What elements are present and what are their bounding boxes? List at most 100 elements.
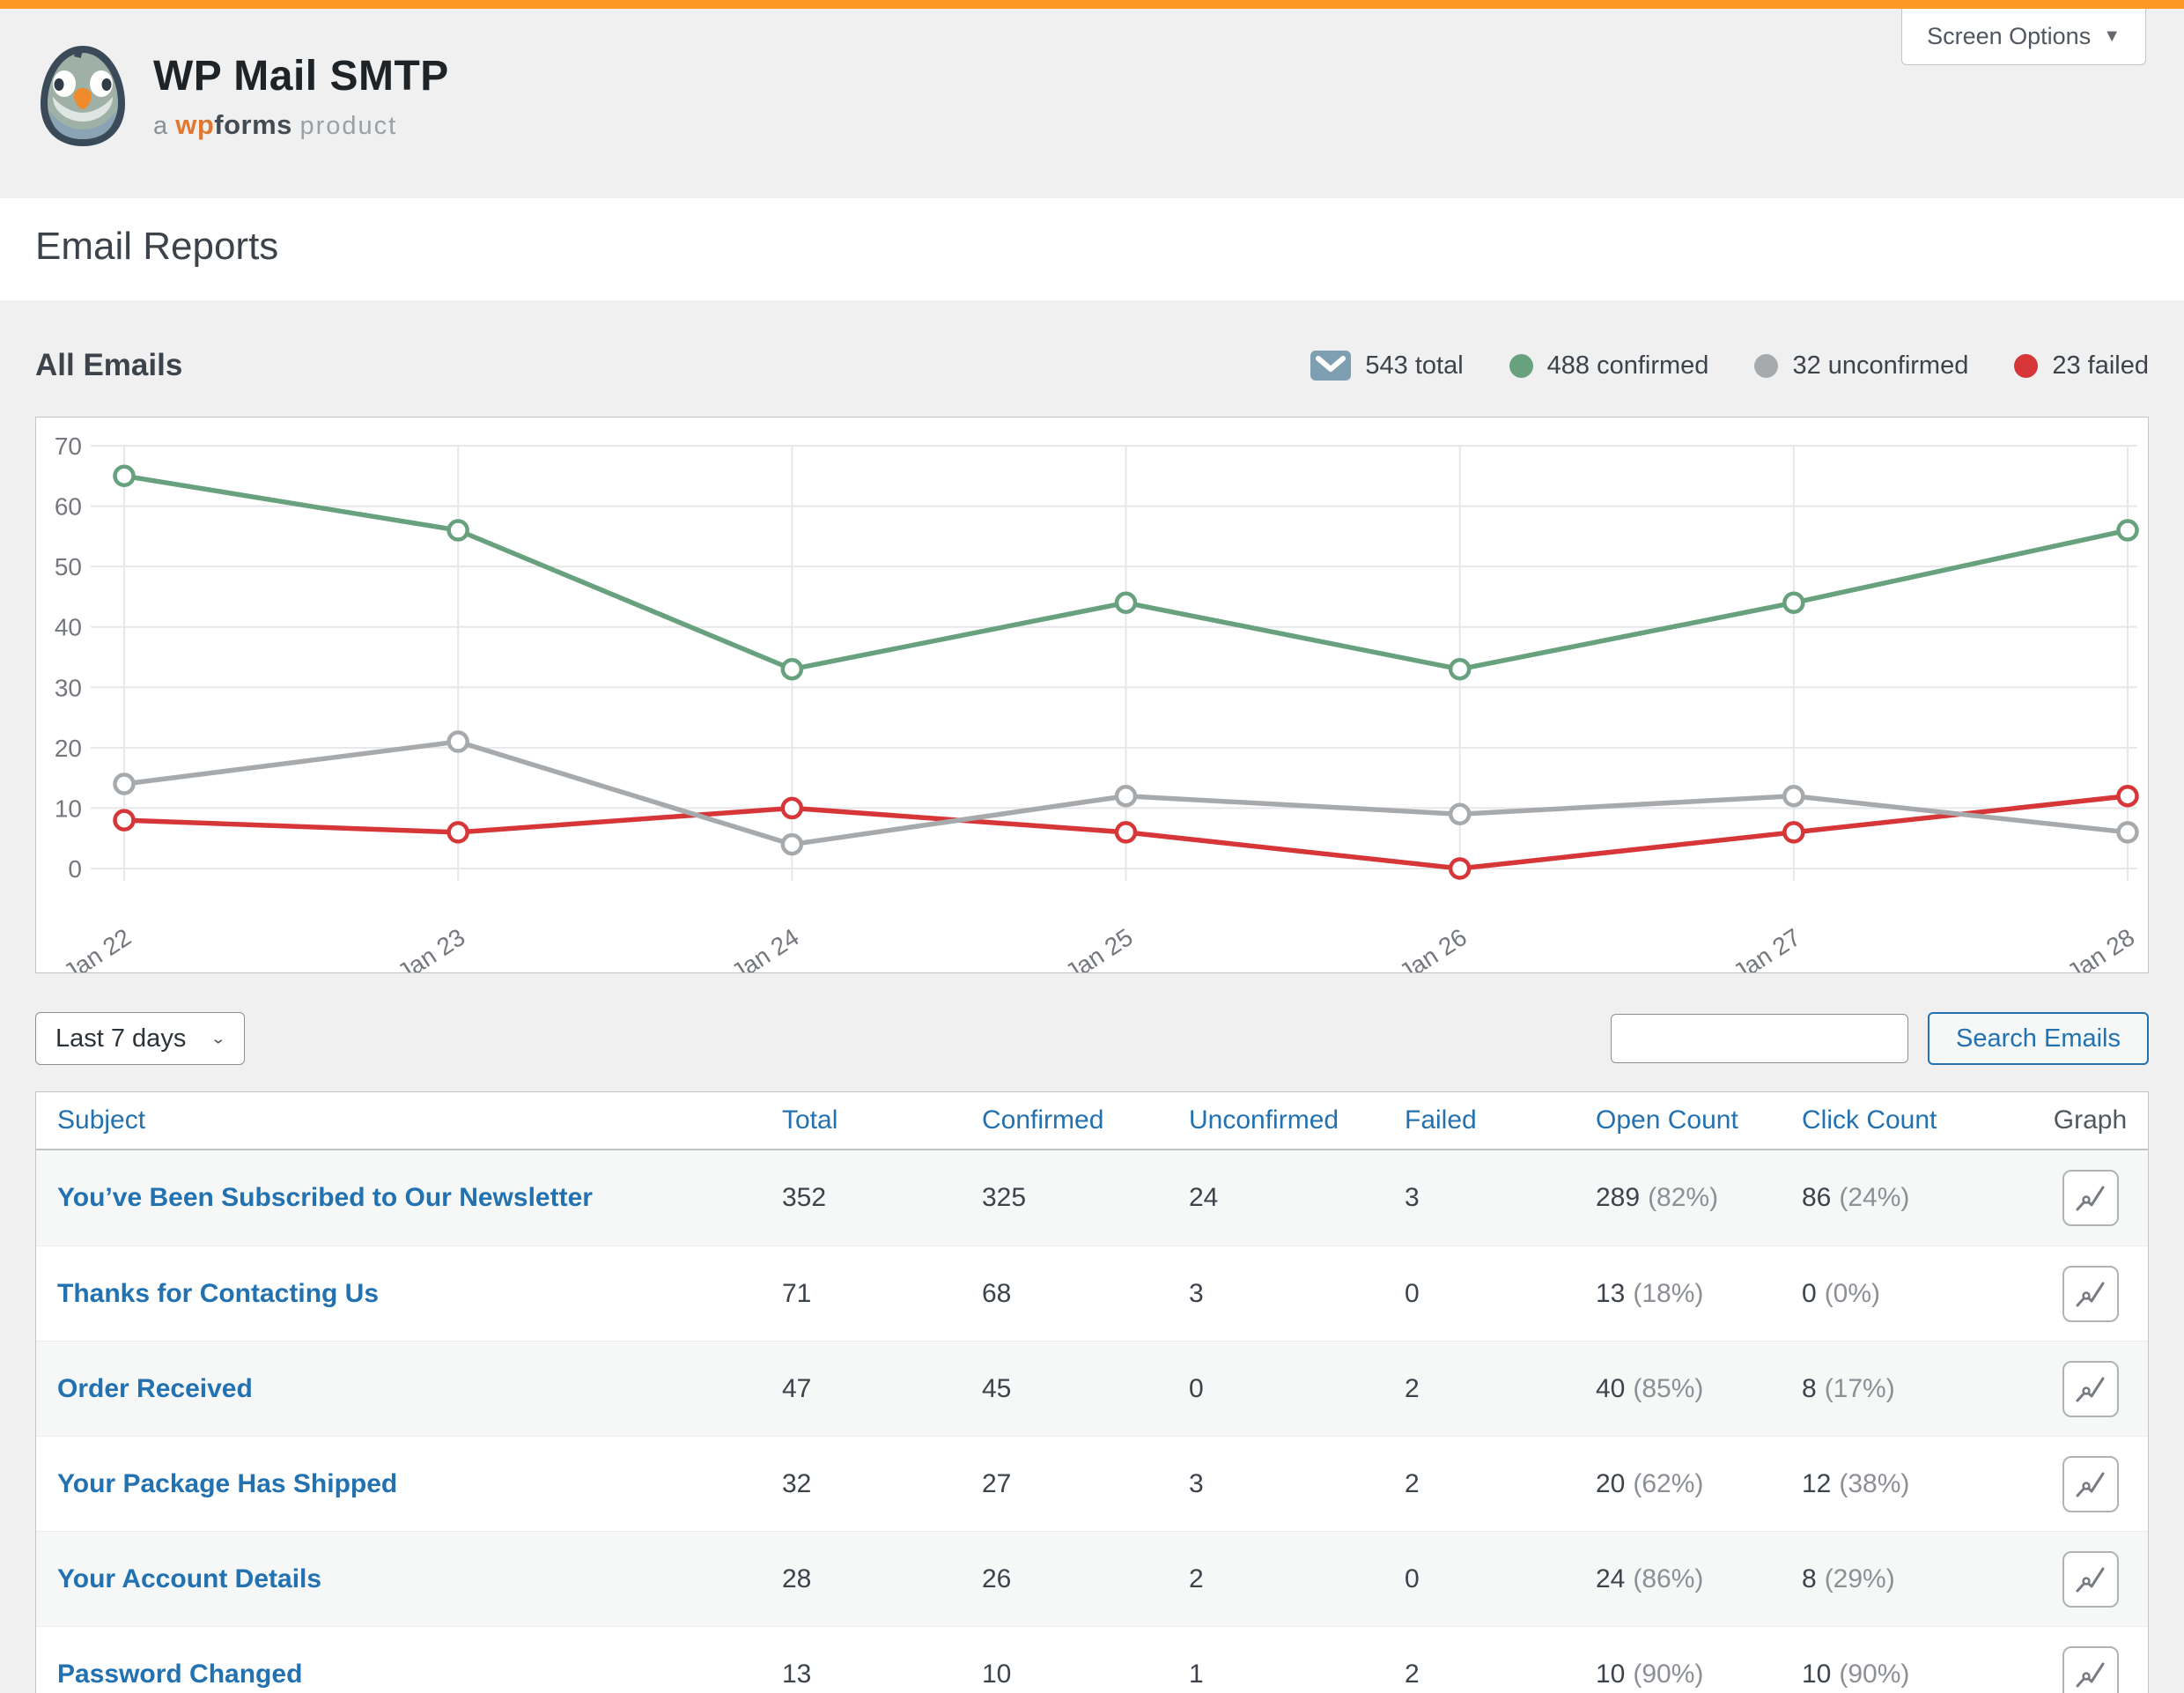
row-graph-button[interactable] bbox=[2062, 1646, 2119, 1693]
svg-text:Jan 27: Jan 27 bbox=[1729, 923, 1805, 972]
table-row: Password Changed13101210(90%)10(90%) bbox=[36, 1626, 2148, 1693]
subject-link[interactable]: Password Changed bbox=[57, 1660, 782, 1689]
tagline-product: product bbox=[299, 112, 397, 140]
section-head: All Emails 543 total 488 confirmed 32 un… bbox=[35, 300, 2149, 417]
cell-graph bbox=[2062, 1266, 2128, 1322]
cell-total: 13 bbox=[782, 1660, 982, 1689]
cell-total: 28 bbox=[782, 1564, 982, 1594]
svg-text:10: 10 bbox=[55, 795, 82, 822]
screen-options-label: Screen Options bbox=[1927, 23, 2091, 50]
svg-text:20: 20 bbox=[55, 735, 82, 762]
open-count-value: 40 bbox=[1596, 1374, 1625, 1403]
screen-options-button[interactable]: Screen Options ▼ bbox=[1901, 9, 2146, 65]
row-graph-button[interactable] bbox=[2062, 1456, 2119, 1512]
cell-click-count: 8(17%) bbox=[1802, 1374, 2041, 1404]
click-count-percent: (0%) bbox=[1825, 1279, 1880, 1308]
row-graph-button[interactable] bbox=[2062, 1266, 2119, 1322]
confirmed-dot-icon bbox=[1509, 354, 1533, 378]
content: All Emails 543 total 488 confirmed 32 un… bbox=[0, 300, 2184, 1693]
trend-line-icon bbox=[2074, 1468, 2107, 1501]
trend-line-icon bbox=[2074, 1658, 2107, 1691]
cell-total: 32 bbox=[782, 1469, 982, 1499]
svg-text:Jan 26: Jan 26 bbox=[1395, 923, 1472, 972]
subject-link[interactable]: Order Received bbox=[57, 1374, 782, 1404]
svg-text:0: 0 bbox=[68, 855, 82, 883]
click-count-value: 0 bbox=[1802, 1279, 1817, 1308]
click-count-value: 10 bbox=[1802, 1660, 1831, 1689]
top-accent-bar bbox=[0, 0, 2184, 9]
cell-graph bbox=[2062, 1170, 2128, 1226]
tagline-forms: forms bbox=[214, 109, 292, 140]
date-range-select[interactable]: Last 7 days ⌄ bbox=[35, 1012, 245, 1065]
click-count-percent: (38%) bbox=[1839, 1469, 1909, 1498]
svg-text:Jan 28: Jan 28 bbox=[2062, 923, 2139, 972]
column-header-click-count[interactable]: Click Count bbox=[1802, 1105, 2041, 1135]
cell-total: 352 bbox=[782, 1183, 982, 1213]
legend-item-unconfirmed: 32 unconfirmed bbox=[1754, 351, 1968, 381]
open-count-value: 13 bbox=[1596, 1279, 1625, 1308]
subject-link[interactable]: You’ve Been Subscribed to Our Newsletter bbox=[57, 1183, 782, 1213]
cell-open-count: 24(86%) bbox=[1596, 1564, 1802, 1594]
tagline-wp: wp bbox=[175, 109, 214, 140]
page-title: Email Reports bbox=[35, 225, 2149, 269]
svg-text:Jan 25: Jan 25 bbox=[1060, 923, 1137, 972]
section-title: All Emails bbox=[35, 348, 182, 383]
svg-text:Jan 23: Jan 23 bbox=[393, 923, 469, 972]
cell-click-count: 12(38%) bbox=[1802, 1469, 2041, 1499]
table-row: Thanks for Contacting Us71683013(18%)0(0… bbox=[36, 1246, 2148, 1341]
svg-text:Jan 22: Jan 22 bbox=[59, 923, 136, 972]
row-graph-button[interactable] bbox=[2062, 1170, 2119, 1226]
wp-mail-smtp-pigeon-logo bbox=[35, 42, 130, 150]
cell-failed: 3 bbox=[1405, 1183, 1596, 1213]
tagline-a: a bbox=[153, 112, 168, 140]
cell-unconfirmed: 1 bbox=[1189, 1660, 1405, 1689]
brand-tagline: a wpforms product bbox=[153, 109, 449, 141]
column-header-subject[interactable]: Subject bbox=[57, 1105, 782, 1135]
row-graph-button[interactable] bbox=[2062, 1551, 2119, 1608]
table-row: Order Received47450240(85%)8(17%) bbox=[36, 1341, 2148, 1436]
column-header-open-count[interactable]: Open Count bbox=[1596, 1105, 1802, 1135]
row-graph-button[interactable] bbox=[2062, 1361, 2119, 1417]
search-emails-button[interactable]: Search Emails bbox=[1928, 1012, 2149, 1065]
open-count-percent: (82%) bbox=[1648, 1183, 1718, 1212]
cell-click-count: 0 (0%) bbox=[1802, 1279, 2041, 1309]
column-header-unconfirmed[interactable]: Unconfirmed bbox=[1189, 1105, 1405, 1135]
cell-unconfirmed: 2 bbox=[1189, 1564, 1405, 1594]
column-header-failed[interactable]: Failed bbox=[1405, 1105, 1596, 1135]
search-input[interactable] bbox=[1611, 1014, 1908, 1063]
cell-confirmed: 45 bbox=[982, 1374, 1189, 1404]
subject-link[interactable]: Your Package Has Shipped bbox=[57, 1469, 782, 1499]
open-count-value: 289 bbox=[1596, 1183, 1640, 1212]
cell-graph bbox=[2062, 1551, 2128, 1608]
click-count-percent: (24%) bbox=[1839, 1183, 1909, 1212]
column-header-confirmed[interactable]: Confirmed bbox=[982, 1105, 1189, 1135]
svg-text:50: 50 bbox=[55, 553, 82, 580]
click-count-value: 86 bbox=[1802, 1183, 1831, 1212]
cell-failed: 2 bbox=[1405, 1469, 1596, 1499]
trend-line-icon bbox=[2074, 1181, 2107, 1215]
cell-failed: 2 bbox=[1405, 1660, 1596, 1689]
date-range-value: Last 7 days bbox=[55, 1024, 186, 1054]
email-reports-table: Subject Total Confirmed Unconfirmed Fail… bbox=[35, 1091, 2149, 1693]
search-group: Search Emails bbox=[1611, 1012, 2149, 1065]
click-count-percent: (90%) bbox=[1839, 1660, 1909, 1689]
legend-label-confirmed: 488 confirmed bbox=[1547, 351, 1709, 381]
cell-failed: 0 bbox=[1405, 1564, 1596, 1594]
chart-legend: 543 total 488 confirmed 32 unconfirmed 2… bbox=[1310, 351, 2149, 381]
caret-down-icon: ▼ bbox=[2103, 26, 2121, 47]
trend-line-icon bbox=[2074, 1563, 2107, 1596]
brand: WP Mail SMTP a wpforms product bbox=[35, 42, 2149, 150]
cell-open-count: 40 (85%) bbox=[1596, 1374, 1802, 1404]
column-header-total[interactable]: Total bbox=[782, 1105, 982, 1135]
subject-link[interactable]: Your Account Details bbox=[57, 1564, 782, 1594]
table-row: You’ve Been Subscribed to Our Newsletter… bbox=[36, 1150, 2148, 1246]
svg-text:70: 70 bbox=[55, 432, 82, 460]
cell-open-count: 13 (18%) bbox=[1596, 1279, 1802, 1309]
subject-link[interactable]: Thanks for Contacting Us bbox=[57, 1279, 782, 1309]
open-count-percent: (85%) bbox=[1633, 1374, 1703, 1403]
failed-dot-icon bbox=[2014, 354, 2038, 378]
emails-line-chart: 010203040506070Jan 22Jan 23Jan 24Jan 25J… bbox=[36, 418, 2148, 972]
open-count-percent: (18%) bbox=[1633, 1279, 1703, 1308]
cell-confirmed: 10 bbox=[982, 1660, 1189, 1689]
svg-text:40: 40 bbox=[55, 614, 82, 641]
